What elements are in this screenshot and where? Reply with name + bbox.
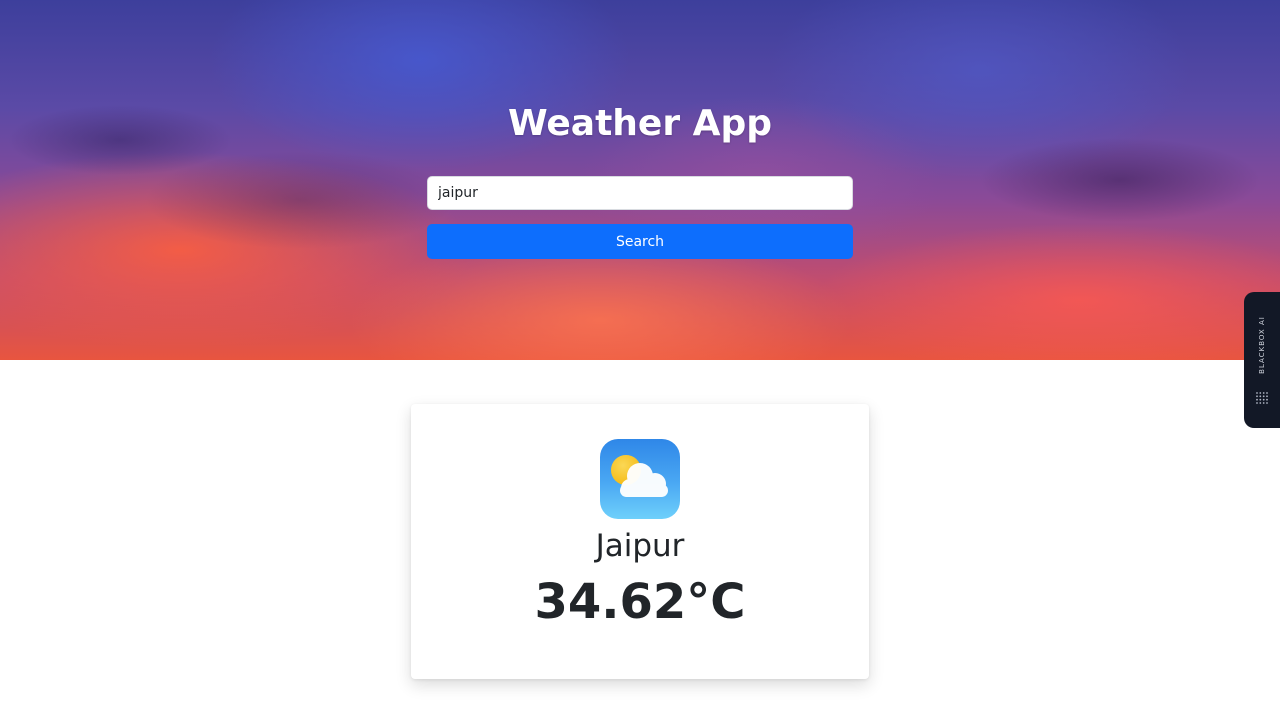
search-input[interactable] <box>427 176 853 210</box>
blackbox-ai-side-tab[interactable]: BLACKBOX AI <box>1244 292 1280 428</box>
search-button[interactable]: Search <box>427 224 853 259</box>
blackbox-logo-icon <box>1256 392 1268 404</box>
page-title: Weather App <box>507 103 773 144</box>
partly-cloudy-icon <box>600 439 680 519</box>
side-tab-label: BLACKBOX AI <box>1258 316 1266 374</box>
city-name: Jaipur <box>595 528 685 564</box>
weather-card: Jaipur 34.62°C <box>411 404 869 679</box>
temperature-value: 34.62°C <box>534 574 746 630</box>
